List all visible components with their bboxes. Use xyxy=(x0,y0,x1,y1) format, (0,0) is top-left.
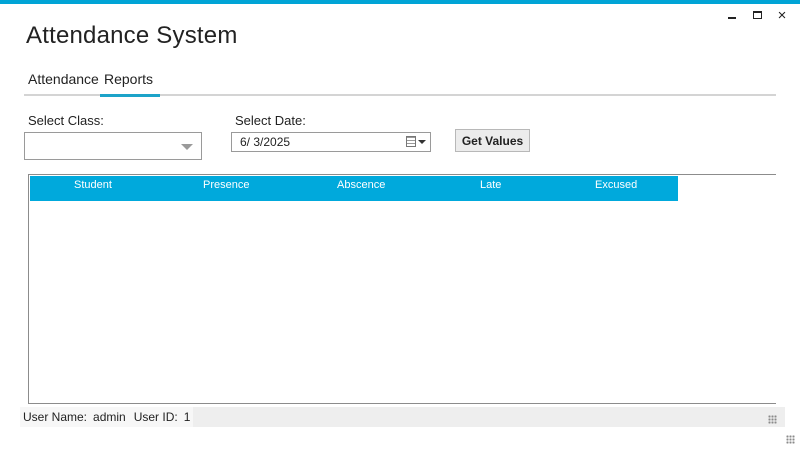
close-button[interactable]: × xyxy=(771,6,793,24)
status-user-info: User Name: admin User ID: 1 xyxy=(20,407,194,427)
status-bar: User Name: admin User ID: 1 xyxy=(20,407,785,427)
date-value: 6/ 3/2025 xyxy=(240,135,291,149)
select-class-label: Select Class: xyxy=(28,113,104,128)
get-values-button[interactable]: Get Values xyxy=(455,129,530,152)
resize-grip-icon[interactable] xyxy=(786,435,795,444)
reports-grid[interactable]: Student Presence Abscence Late Excused xyxy=(28,174,776,404)
class-select[interactable] xyxy=(24,132,202,160)
column-header-excused[interactable]: Excused xyxy=(595,179,637,191)
close-icon: × xyxy=(777,6,787,24)
minimize-button[interactable] xyxy=(721,6,743,24)
select-date-label: Select Date: xyxy=(235,113,306,128)
minimize-icon xyxy=(728,17,736,19)
column-header-student[interactable]: Student xyxy=(74,179,112,191)
chevron-down-icon[interactable] xyxy=(418,140,426,144)
window-accent-bar xyxy=(0,0,800,4)
user-name-label: User Name: xyxy=(23,410,88,424)
maximize-icon xyxy=(752,11,762,19)
user-name-value: admin xyxy=(93,410,126,424)
status-grip-icon xyxy=(768,415,777,424)
maximize-button[interactable] xyxy=(746,6,768,24)
date-picker[interactable]: 6/ 3/2025 xyxy=(231,132,431,152)
column-header-presence[interactable]: Presence xyxy=(203,179,249,191)
user-id-value: 1 xyxy=(183,410,191,424)
column-header-late[interactable]: Late xyxy=(480,179,501,191)
user-id-label: User ID: xyxy=(133,410,178,424)
active-tab-indicator xyxy=(100,94,160,97)
grid-header-row: Student Presence Abscence Late Excused xyxy=(30,176,678,201)
chevron-down-icon xyxy=(181,144,193,150)
column-header-abscence[interactable]: Abscence xyxy=(337,179,385,191)
calendar-icon[interactable] xyxy=(406,136,416,147)
app-title: Attendance System xyxy=(26,22,238,49)
tab-reports[interactable]: Reports xyxy=(104,71,153,87)
tab-attendance[interactable]: Attendance xyxy=(28,71,99,87)
